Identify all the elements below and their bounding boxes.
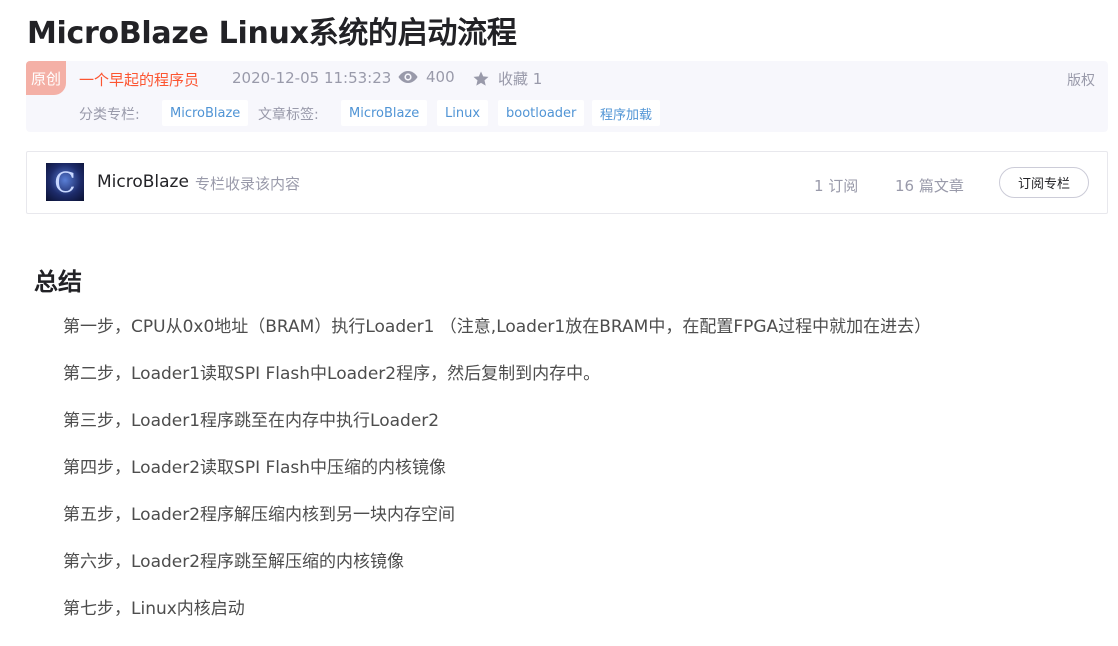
tag-microblaze[interactable]: MicroBlaze — [341, 100, 428, 126]
subscriber-count: 1 订阅 — [814, 177, 859, 195]
column-logo[interactable]: C — [46, 163, 84, 201]
column-card: C MicroBlaze 专栏收录该内容 1 订阅 16 篇文章 订阅专栏 — [26, 151, 1108, 214]
step-5: 第五步，Loader2程序解压缩内核到另一块内存空间 — [63, 505, 456, 525]
meta-info-row: 一个早起的程序员 2020-12-05 11:53:23 400 收藏 1 版权 — [26, 61, 1108, 95]
tag-program-loading[interactable]: 程序加载 — [592, 100, 661, 126]
step-1: 第一步，CPU从0x0地址（BRAM）执行Loader1 （注意,Loader1… — [63, 317, 932, 337]
author-link[interactable]: 一个早起的程序员 — [79, 69, 199, 90]
publish-date: 2020-12-05 11:53:23 — [232, 69, 392, 87]
step-3: 第三步，Loader1程序跳至在内存中执行Loader2 — [63, 411, 440, 431]
tags-label: 文章标签: — [258, 107, 319, 123]
collect-label: 收藏 1 — [498, 70, 543, 88]
tag-bootloader[interactable]: bootloader — [498, 100, 585, 126]
step-7: 第七步，Linux内核启动 — [63, 599, 245, 619]
step-2: 第二步，Loader1读取SPI Flash中Loader2程序，然后复制到内存… — [63, 364, 601, 384]
tag-linux[interactable]: Linux — [437, 100, 489, 126]
column-tag-microblaze[interactable]: MicroBlaze — [162, 100, 249, 126]
article-meta: 原创 一个早起的程序员 2020-12-05 11:53:23 400 收藏 1… — [26, 61, 1108, 132]
section-heading: 总结 — [34, 268, 82, 296]
step-4: 第四步，Loader2读取SPI Flash中压缩的内核镜像 — [63, 458, 447, 478]
article-title: MicroBlaze Linux系统的启动流程 — [27, 16, 517, 51]
star-icon — [473, 71, 489, 86]
article-count: 16 篇文章 — [895, 177, 964, 195]
column-description: 专栏收录该内容 — [195, 175, 301, 193]
tag-row: 分类专栏: MicroBlaze 文章标签: MicroBlaze Linux … — [26, 99, 1108, 127]
collect-button[interactable]: 收藏 1 — [472, 68, 542, 89]
step-6: 第六步，Loader2程序跳至解压缩的内核镜像 — [63, 552, 405, 572]
copyright-link[interactable]: 版权 — [1067, 70, 1095, 90]
eye-icon — [398, 71, 418, 83]
view-count-value: 400 — [426, 68, 455, 86]
column-label: 分类专栏: — [79, 107, 140, 123]
view-count: 400 — [398, 68, 455, 86]
column-name-link[interactable]: MicroBlaze — [97, 172, 189, 192]
subscribe-column-button[interactable]: 订阅专栏 — [999, 167, 1089, 198]
